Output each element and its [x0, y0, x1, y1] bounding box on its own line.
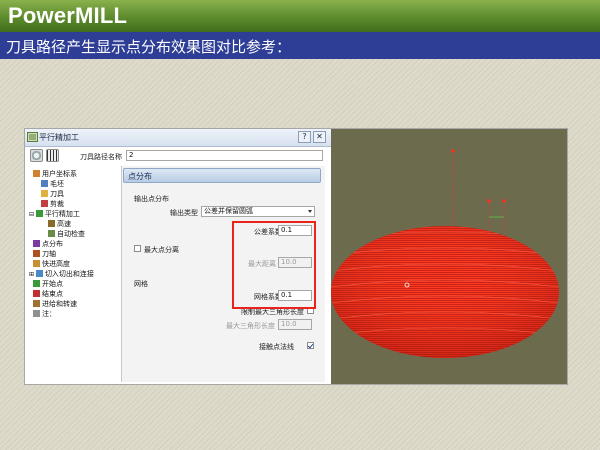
output-type-select[interactable]: 公差并保留圆弧: [201, 206, 315, 217]
gear-icon[interactable]: [30, 149, 43, 162]
dialog-toolbar: 刀具路径名称 2: [25, 147, 331, 165]
3d-viewport[interactable]: [331, 129, 567, 384]
feeds-speeds-icon: [33, 300, 40, 307]
auto-verify-icon: [48, 230, 55, 237]
dialog-titlebar: 平行精加工 ? ✕: [25, 129, 331, 147]
contact-normal-checkbox[interactable]: [307, 342, 314, 349]
help-button[interactable]: ?: [298, 131, 311, 143]
high-speed-icon: [48, 220, 55, 227]
rapid-height-icon: [33, 260, 40, 267]
panel-header: 点分布: [123, 168, 321, 183]
raster-strategy-icon[interactable]: [46, 149, 59, 162]
contact-normal-label: 接触点法线: [259, 343, 294, 351]
chevron-down-icon: [308, 210, 312, 213]
tool-axis-icon: [33, 250, 40, 257]
end-point-icon: [33, 290, 40, 297]
raster-finish-icon: [35, 210, 43, 217]
leads-links-icon: [35, 270, 43, 277]
tree-item-tool[interactable]: 刀具: [41, 189, 64, 199]
limit-icon: [41, 200, 48, 207]
tree-item-start-point[interactable]: 开始点: [33, 279, 63, 289]
tool-icon: [41, 190, 48, 197]
raster-finishing-dialog: 平行精加工 ? ✕ 刀具路径名称 2 用户坐标系 毛坯 刀具 剪裁 ⊟ 平行精加…: [25, 129, 331, 384]
dome-point-cloud: [331, 226, 559, 358]
tree-item-leads-links[interactable]: ⊞ 切入切出和连接: [29, 269, 94, 279]
mesh-group-label: 网格: [134, 280, 148, 288]
notes-icon: [33, 310, 40, 317]
panel-title: 点分布: [128, 172, 152, 181]
output-group-label: 输出点分布: [134, 195, 169, 203]
max-triangle-label: 最大三角形长度: [226, 322, 275, 330]
strategy-tree: 用户坐标系 毛坯 刀具 剪裁 ⊟ 平行精加工 高速 自动检查 点分布 刀轴 快进…: [26, 166, 122, 382]
tree-item-auto-verify[interactable]: 自动检查: [48, 229, 85, 239]
tree-item-ucs[interactable]: 用户坐标系: [33, 169, 77, 179]
tree-item-notes[interactable]: 注：: [33, 309, 56, 319]
close-button[interactable]: ✕: [313, 131, 326, 143]
max-spacing-checkbox[interactable]: [134, 245, 141, 252]
highlight-frame: [232, 221, 316, 309]
point-distribution-icon: [33, 240, 40, 247]
toolpath-preview: [331, 149, 559, 358]
tree-item-feeds-speeds[interactable]: 进给和转速: [33, 299, 77, 309]
start-point-icon: [33, 280, 40, 287]
title-banner: PowerMILL: [0, 0, 600, 32]
dialog-title: 平行精加工: [39, 133, 79, 142]
block-icon: [41, 180, 48, 187]
tree-item-rapid-height[interactable]: 快进高度: [33, 259, 70, 269]
toolpath-name-label: 刀具路径名称: [80, 153, 122, 161]
slide-subtitle: 刀具路径产生显示点分布效果图对比参考：: [6, 38, 292, 56]
tree-item-block[interactable]: 毛坯: [41, 179, 64, 189]
rapid-move-lines: [451, 149, 506, 235]
tree-item-limit[interactable]: 剪裁: [41, 199, 64, 209]
toolpath-name-input[interactable]: 2: [126, 150, 323, 161]
brand-title: PowerMILL: [8, 3, 128, 28]
screenshot-frame: 平行精加工 ? ✕ 刀具路径名称 2 用户坐标系 毛坯 刀具 剪裁 ⊟ 平行精加…: [24, 128, 568, 385]
output-type-label: 输出类型: [170, 209, 198, 217]
output-type-value: 公差并保留圆弧: [204, 207, 253, 215]
max-spacing-label: 最大点分离: [144, 246, 179, 254]
tree-item-high-speed[interactable]: 高速: [48, 219, 71, 229]
dialog-app-icon: [27, 132, 38, 142]
tree-item-raster-finish[interactable]: ⊟ 平行精加工: [29, 209, 80, 219]
tree-item-point-distribution[interactable]: 点分布: [33, 239, 63, 249]
tree-item-end-point[interactable]: 结束点: [33, 289, 63, 299]
tree-item-tool-axis[interactable]: 刀轴: [33, 249, 56, 259]
max-triangle-input[interactable]: 10.0: [278, 319, 312, 330]
ucs-icon: [33, 170, 40, 177]
